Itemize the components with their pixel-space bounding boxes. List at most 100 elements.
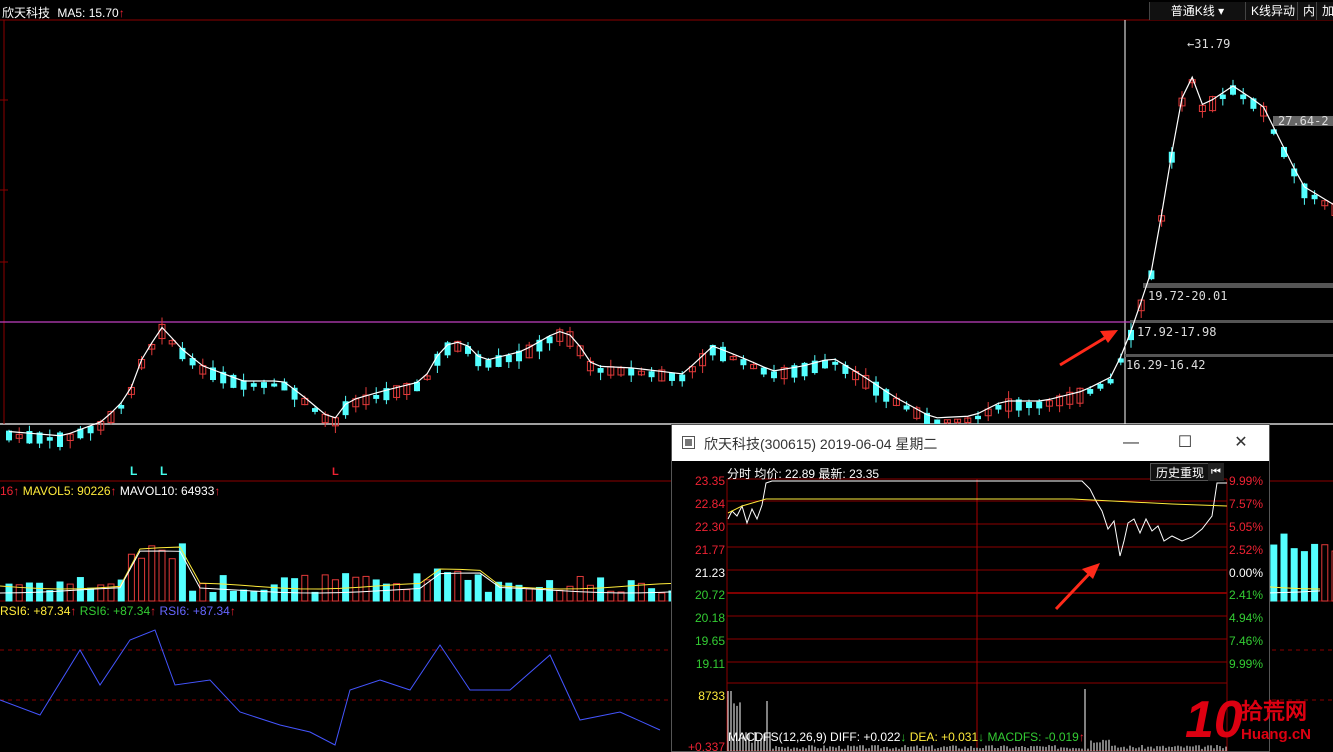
price-axis-label: 20.18: [694, 611, 725, 625]
high-price-label: ←31.79: [1187, 37, 1231, 51]
volume-bar: [342, 573, 350, 602]
volume-bar: [240, 589, 248, 602]
ma5-arrow: ↑: [118, 6, 125, 20]
candle-down: [903, 405, 910, 410]
candle-down: [832, 361, 839, 365]
pct-axis-label: 9.99%: [1229, 474, 1264, 488]
candle-down: [995, 405, 1002, 410]
volume-bar: [291, 578, 299, 602]
volume-bar: [250, 591, 258, 602]
candle-down: [1107, 379, 1114, 384]
price-axis-label: 22.30: [694, 520, 725, 534]
candle-down: [628, 368, 635, 376]
price-axis-label: 23.35: [694, 474, 725, 488]
candle-down: [760, 367, 767, 375]
candle-down: [648, 371, 655, 378]
candle-down: [1219, 94, 1226, 100]
rsi-label-1: RSI6: +87.34: [0, 604, 71, 618]
candle-down: [1311, 194, 1318, 200]
rsi-header: RSI6: +87.34↑ RSI6: +87.34↑ RSI6: +87.34…: [0, 604, 236, 618]
close-button[interactable]: ✕: [1218, 425, 1264, 461]
rsi-label-3: RSI6: +87.34: [159, 604, 230, 618]
volume-bar: [444, 572, 452, 602]
candle-down: [312, 408, 318, 412]
low-marker: L: [130, 464, 138, 478]
candle-down: [373, 394, 380, 399]
volume-bar: [1311, 543, 1319, 602]
candle-down: [740, 359, 747, 366]
volume-bar: [627, 580, 635, 602]
candle-down: [669, 372, 675, 381]
intraday-window[interactable]: 欣天科技(300615) 2019-06-04 星期二 — ☐ ✕ 分时 均价:…: [671, 424, 1270, 752]
rsi-arrow: ↑: [70, 604, 77, 618]
price-axis-label: 19.65: [694, 634, 725, 648]
candle-down: [1087, 389, 1094, 394]
volume-bar: [484, 591, 492, 602]
volume-bar: [474, 574, 482, 602]
volume-bar: [168, 558, 176, 602]
price-axis-label: 20.72: [694, 588, 725, 602]
candle-down: [250, 383, 257, 387]
volume-bar: [352, 576, 360, 602]
candle-down: [771, 371, 777, 379]
volume-bar: [209, 592, 217, 602]
intraday-chart[interactable]: [672, 461, 1269, 751]
candle-down: [485, 359, 492, 368]
annotation-arrow: [1059, 334, 1109, 367]
history-replay-button[interactable]: 历史重现: [1150, 463, 1211, 481]
volume-bar: [87, 587, 95, 602]
volume-bar: [66, 583, 74, 602]
macd-arrow: ↓: [900, 730, 907, 744]
low-marker: L: [160, 464, 168, 478]
mavol10-label: MAVOL10: 64933: [119, 484, 215, 498]
maximize-button[interactable]: ☐: [1162, 425, 1208, 461]
volume-bar: [321, 574, 329, 602]
volume-bar: [301, 574, 309, 602]
volume-bar: [189, 590, 197, 602]
mode-label: 分时: [727, 467, 752, 481]
mavol10-arrow: ↑: [214, 484, 221, 498]
candle-down: [271, 383, 278, 387]
range-band: [1130, 320, 1333, 323]
range-label-1: 27.64-2: [1278, 114, 1329, 128]
skip-back-icon[interactable]: ⏮: [1208, 463, 1224, 481]
volume-bar: [658, 592, 666, 602]
rsi-label-2: RSI6: +87.34: [79, 604, 151, 618]
watermark-site-name: 拾荒网: [1241, 699, 1308, 724]
avg-price: 均价: 22.89: [754, 467, 816, 481]
annotation-arrowhead: [1100, 330, 1118, 343]
macd-arrow: ↓: [978, 730, 985, 744]
volume-bar: [199, 583, 207, 602]
kline-type-button[interactable]: 普通K线 ▾: [1149, 2, 1245, 20]
volume-bar: [546, 580, 554, 602]
range-label-4: 16.29-16.42: [1126, 358, 1206, 372]
ma5-label: MA5: 15.70: [57, 6, 119, 20]
volume-prefix: 16↑: [0, 484, 20, 498]
kline-type-label: 普通K线: [1170, 4, 1215, 18]
candle-down: [1240, 94, 1247, 100]
volume-header: 16↑ MAVOL5: 90226↑ MAVOL10: 64933↑: [0, 484, 220, 498]
volume-bar: [637, 582, 645, 602]
pct-axis-label: 5.05%: [1229, 520, 1264, 534]
candle-down: [505, 354, 512, 363]
price-axis-label: 22.84: [694, 497, 725, 511]
minimize-button[interactable]: —: [1108, 425, 1154, 461]
volume-bar: [158, 549, 166, 602]
price-axis-label: 21.77: [694, 543, 725, 557]
add-button[interactable]: 加: [1316, 2, 1333, 20]
range-band: [1143, 283, 1333, 288]
pct-axis-label: 2.52%: [1229, 543, 1264, 557]
macd-arrow: ↑: [1078, 730, 1085, 744]
volume-bar: [1321, 544, 1329, 602]
candle-down: [1097, 383, 1104, 389]
volume-bar: [586, 584, 594, 602]
volume-bar: [280, 577, 288, 602]
kline-move-button[interactable]: K线异动: [1245, 2, 1301, 20]
window-titlebar[interactable]: 欣天科技(300615) 2019-06-04 星期二 — ☐ ✕: [672, 425, 1269, 461]
mavol5-label: MAVOL5: 90226: [22, 484, 111, 498]
volume-bar: [1280, 533, 1288, 602]
window-icon: [682, 436, 695, 449]
volume-bar: [311, 591, 319, 602]
candle-down: [975, 415, 981, 420]
volume-bar: [229, 590, 237, 602]
